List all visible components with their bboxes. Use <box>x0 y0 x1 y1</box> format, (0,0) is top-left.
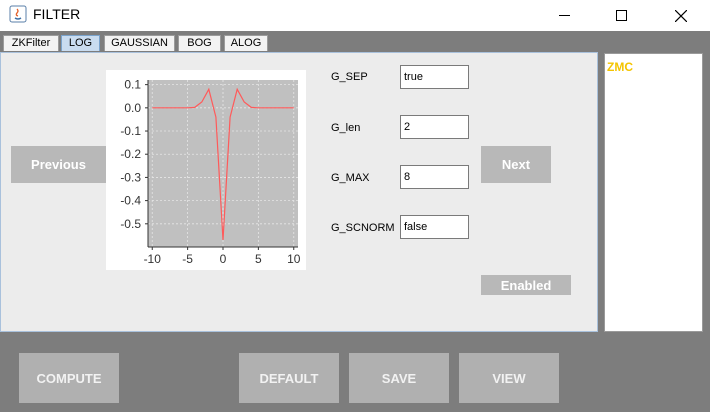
compute-button[interactable]: COMPUTE <box>19 353 119 403</box>
tab-bog[interactable]: BOG <box>178 35 221 51</box>
g-sep-field[interactable] <box>400 65 469 89</box>
close-icon <box>675 9 687 22</box>
g-max-field[interactable] <box>400 165 469 189</box>
view-button[interactable]: VIEW <box>459 353 559 403</box>
x-tick-label: 5 <box>255 252 262 266</box>
tab-zkfilter[interactable]: ZKFilter <box>3 35 59 51</box>
y-tick-label: -0.5 <box>120 217 141 231</box>
y-tick-label: 0.0 <box>124 101 141 115</box>
zmc-output-panel[interactable]: ZMC <box>604 53 703 332</box>
next-button[interactable]: Next <box>481 146 551 183</box>
minimize-icon <box>558 15 570 16</box>
maximize-icon <box>615 10 627 21</box>
g-scnorm-field[interactable] <box>400 215 469 239</box>
x-tick-label: -5 <box>182 252 193 266</box>
enabled-button[interactable]: Enabled <box>481 275 571 295</box>
g-len-field[interactable] <box>400 115 469 139</box>
log-kernel-chart: 0.1 0.0 -0.1 -0.2 -0.3 -0.4 -0.5 -10 -5 0 5 10 <box>106 70 306 270</box>
y-tick-label: -0.3 <box>120 170 141 184</box>
maximize-button[interactable] <box>598 0 644 31</box>
previous-button[interactable]: Previous <box>11 146 106 183</box>
tab-log[interactable]: LOG <box>61 35 100 51</box>
save-button[interactable]: SAVE <box>349 353 449 403</box>
default-button[interactable]: DEFAULT <box>239 353 339 403</box>
java-app-icon <box>9 5 27 23</box>
tab-gaussian[interactable]: GAUSSIAN <box>104 35 175 51</box>
x-tick-label: -10 <box>144 252 162 266</box>
g-scnorm-label: G_SCNORM <box>331 222 395 234</box>
window-title: FILTER <box>33 6 81 22</box>
g-len-label: G_len <box>331 122 361 134</box>
zmc-label: ZMC <box>607 60 633 74</box>
title-bar: FILTER <box>0 0 710 31</box>
y-tick-label: -0.2 <box>120 147 141 161</box>
log-kernel-plot: 0.1 0.0 -0.1 -0.2 -0.3 -0.4 -0.5 -10 -5 0 5 10 <box>120 78 301 266</box>
x-tick-label: 10 <box>287 252 301 266</box>
close-button[interactable] <box>658 0 704 31</box>
tab-alog[interactable]: ALOG <box>224 35 268 51</box>
g-sep-label: G_SEP <box>331 71 368 83</box>
y-tick-label: -0.4 <box>120 194 141 208</box>
minimize-button[interactable] <box>541 0 587 31</box>
y-tick-label: 0.1 <box>124 78 141 92</box>
g-max-label: G_MAX <box>331 172 370 184</box>
x-tick-label: 0 <box>220 252 227 266</box>
y-tick-label: -0.1 <box>120 124 141 138</box>
